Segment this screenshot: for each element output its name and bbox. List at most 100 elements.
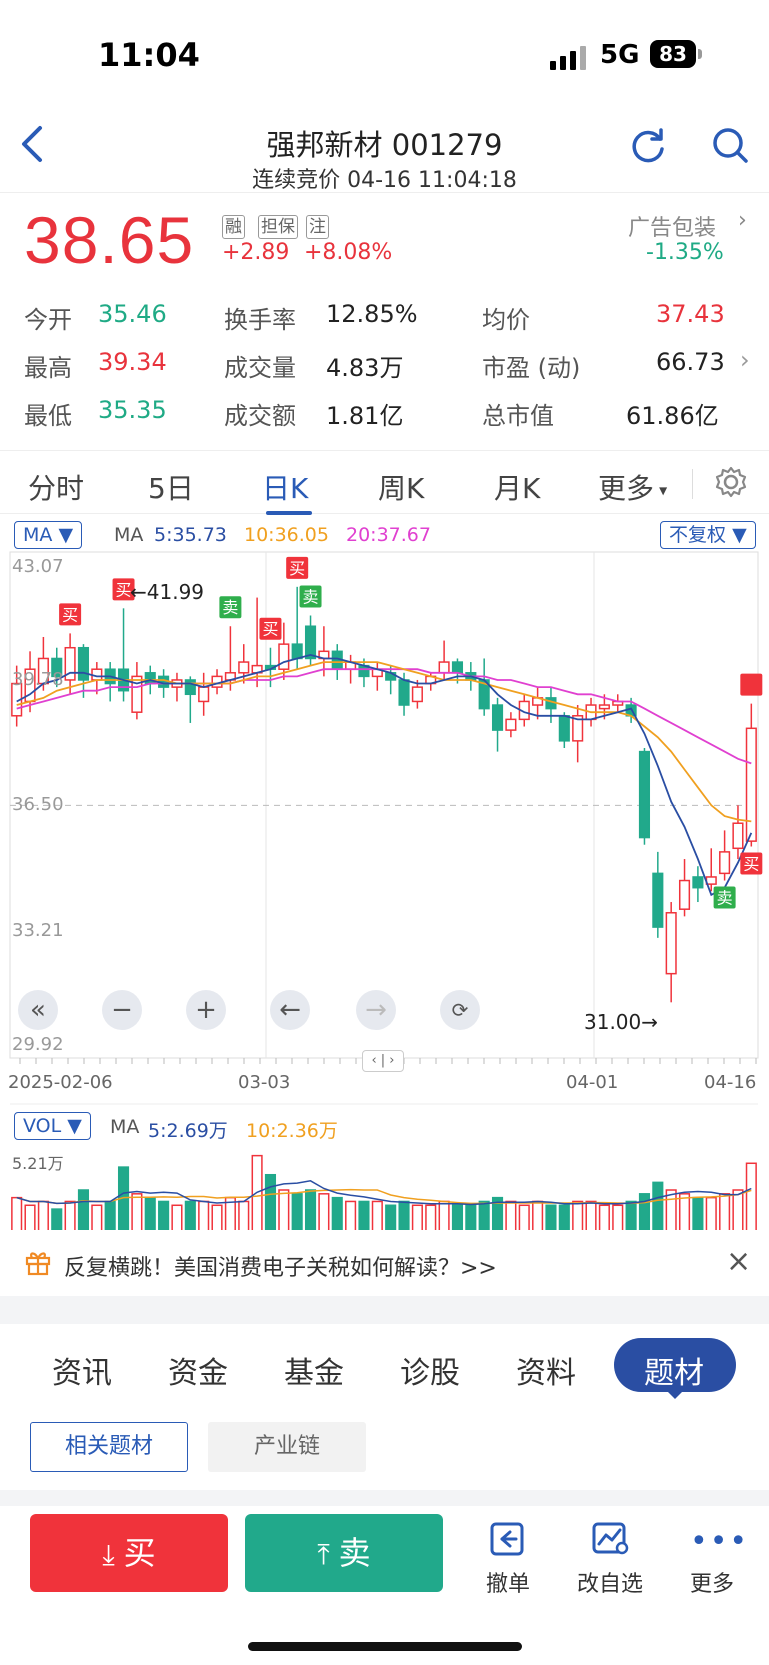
volume-bar: [411, 1204, 423, 1230]
subtab-related-themes[interactable]: 相关题材: [30, 1422, 188, 1472]
candle-up: [411, 686, 423, 703]
settings-gear-icon[interactable]: [714, 465, 748, 503]
y-tick: 33.21: [12, 920, 64, 941]
tab-funds[interactable]: 基金: [284, 1348, 344, 1392]
volume-bar: [37, 1200, 49, 1230]
tab-themes[interactable]: 题材: [644, 1348, 704, 1392]
tag-margin: 融: [222, 215, 245, 239]
stat-label: 均价: [482, 306, 530, 334]
tag-collateral: 担保: [258, 215, 298, 239]
chevron-right-icon[interactable]: ›: [740, 346, 750, 374]
stat-label: 最低: [24, 402, 72, 430]
signal-label: 买: [743, 855, 759, 874]
signal-label: 买: [62, 605, 78, 624]
rotate-icon[interactable]: ⟳: [440, 990, 480, 1030]
volume-bar: [745, 1162, 757, 1230]
volume-bar: [705, 1196, 717, 1230]
stat-label: 成交量: [224, 354, 296, 382]
buy-button[interactable]: ⤓ 买: [30, 1514, 228, 1592]
adjust-selector-button[interactable]: 不复权 ▼: [660, 521, 756, 549]
divider: [692, 469, 693, 499]
x-tick: 2025-02-06: [8, 1072, 113, 1093]
tab-5day[interactable]: 5日: [148, 467, 194, 507]
tab-monthly-k[interactable]: 月K: [494, 467, 540, 507]
candle-up: [198, 686, 210, 703]
refresh-icon[interactable]: [628, 125, 668, 165]
sector-name[interactable]: 广告包装: [628, 210, 716, 242]
volume-bar: [104, 1200, 116, 1230]
volume-bar: [158, 1200, 170, 1230]
volume-bar: [211, 1204, 223, 1230]
signal-label: 买: [262, 620, 278, 639]
volume-bar: [371, 1200, 383, 1230]
status-time: 11:04: [98, 36, 200, 74]
stock-subtitle: 连续竞价 04-16 11:04:18: [252, 168, 517, 193]
candle-up: [665, 912, 677, 975]
more-label: 更多: [689, 1572, 734, 1597]
candle-up: [705, 876, 717, 885]
signal-label: 卖: [303, 587, 319, 606]
search-icon[interactable]: [710, 125, 750, 165]
volume-bar: [572, 1200, 584, 1230]
cancel-order-label: 撤单: [485, 1572, 530, 1597]
close-icon[interactable]: ×: [726, 1244, 751, 1279]
arrow-left-icon[interactable]: ←: [270, 990, 310, 1030]
volume-bar: [425, 1204, 437, 1230]
stat-label: 最高: [24, 354, 72, 382]
tab-more[interactable]: 更多 ▾: [598, 467, 667, 507]
tab-news[interactable]: 资讯: [52, 1348, 112, 1392]
zoom-in-icon[interactable]: +: [186, 990, 226, 1030]
range-drag-handle[interactable]: ‹ | ›: [362, 1050, 404, 1072]
volume-bar: [77, 1189, 90, 1230]
signal-label: 买: [289, 559, 305, 578]
volume-bar: [304, 1189, 317, 1230]
stat-pe: 66.73: [656, 348, 725, 376]
stat-label: 成交额: [224, 402, 296, 430]
tab-profile[interactable]: 资料: [516, 1348, 576, 1392]
caret-down-icon: ▼: [732, 524, 747, 546]
candle-up: [438, 661, 450, 674]
tab-daily-k[interactable]: 日K: [262, 467, 308, 507]
volume-bar: [438, 1200, 450, 1230]
tab-intraday[interactable]: 分时: [28, 467, 84, 507]
vol-selector-button[interactable]: VOL ▼: [14, 1112, 91, 1140]
sector-change: -1.35%: [646, 240, 724, 265]
stock-header: 强邦新材 001279 连续竞价 04-16 11:04:18: [0, 110, 769, 193]
stat-open: 35.46: [98, 300, 167, 328]
tab-diagnosis[interactable]: 诊股: [400, 1348, 460, 1392]
divider: [0, 192, 769, 193]
battery-icon: 83: [650, 40, 702, 68]
zoom-out-icon[interactable]: −: [102, 990, 142, 1030]
sell-arrow-icon: ⤒: [317, 1538, 339, 1571]
vol-ma-prefix: MA: [110, 1116, 140, 1138]
cancel-order-icon: [488, 1518, 528, 1562]
signal-icon: [550, 44, 586, 70]
subtab-industry-chain[interactable]: 产业链: [208, 1422, 366, 1472]
vol-ma10-legend: 10:2.36万: [246, 1120, 338, 1142]
y-tick: 36.50: [12, 794, 64, 815]
candle-up: [732, 822, 744, 850]
volume-bar: [318, 1193, 330, 1230]
volume-bar: [171, 1204, 183, 1230]
chevron-right-icon[interactable]: ›: [738, 208, 747, 233]
stat-market-cap: 61.86亿: [626, 402, 719, 430]
ma5-legend: 5:35.73: [154, 524, 227, 546]
volume-bar: [505, 1200, 517, 1230]
stat-avg-price: 37.43: [656, 300, 725, 328]
arrow-right-icon[interactable]: →: [356, 990, 396, 1030]
signal-label: 卖: [717, 889, 733, 908]
ma-legend-prefix: MA: [114, 524, 144, 546]
current-price: 38.65: [24, 203, 195, 277]
stat-high: 39.34: [98, 348, 167, 376]
stat-label: 市盈 (动): [482, 354, 581, 382]
x-tick: 04-16: [704, 1072, 757, 1093]
news-banner[interactable]: 反复横跳！美国消费电子关税如何解读？>> ×: [0, 1232, 769, 1296]
ma-selector-button[interactable]: MA ▼: [14, 521, 83, 549]
sell-button[interactable]: ⤒ 卖: [245, 1514, 443, 1592]
tab-weekly-k[interactable]: 周K: [378, 467, 424, 507]
rewind-icon[interactable]: «: [18, 990, 58, 1030]
vol-max-label: 5.21万: [12, 1154, 64, 1173]
y-tick: 39.78: [12, 669, 64, 690]
tab-funds-flow[interactable]: 资金: [168, 1348, 228, 1392]
home-indicator: [248, 1642, 522, 1651]
